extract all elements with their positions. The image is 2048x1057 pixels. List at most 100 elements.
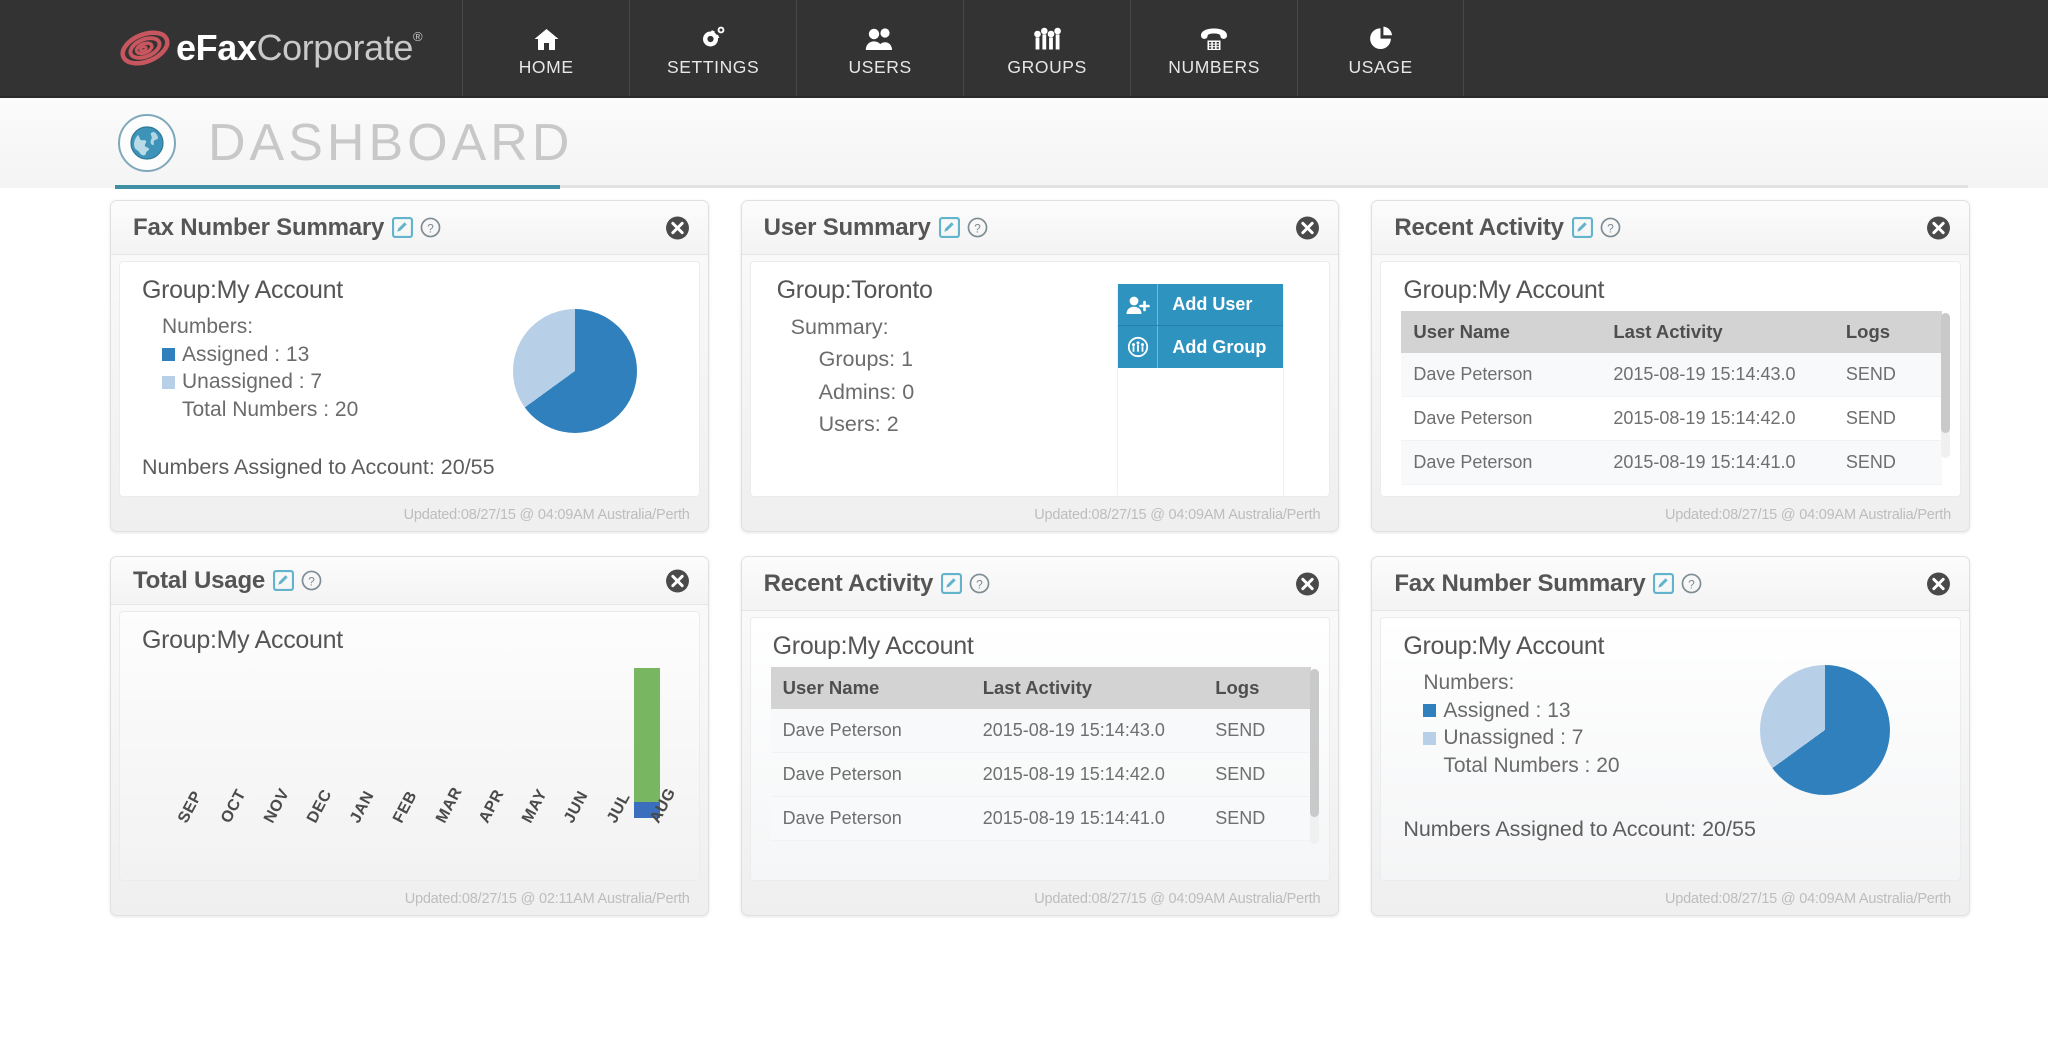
brand-trademark: ® (413, 29, 422, 44)
nav-item-settings-label: SETTINGS (667, 57, 759, 78)
table-scrollbar-thumb[interactable] (1941, 313, 1950, 433)
widget-body: Group:Toronto Summary: Groups: 1 Admins:… (750, 261, 1331, 497)
close-icon[interactable] (665, 215, 690, 240)
unassigned-swatch (162, 376, 175, 389)
close-icon[interactable] (1295, 571, 1320, 596)
edit-icon[interactable] (273, 570, 294, 591)
column-header-user-name[interactable]: User Name (771, 667, 971, 709)
table-scrollbar-thumb[interactable] (1310, 669, 1319, 817)
total-numbers-label: Total Numbers : 20 (1443, 752, 1619, 780)
total-numbers-row: Total Numbers : 20 (162, 396, 358, 424)
widget-user-summary: User Summary ? Group:Toronto Summary: Gr… (741, 200, 1340, 532)
table-row[interactable]: Dave Peterson 2015-08-19 15:14:43.0 SEND (771, 709, 1312, 753)
widget-recent-activity-1: Recent Activity ? Group:My Account User … (1371, 200, 1970, 532)
table-row[interactable]: Dave Peterson 2015-08-19 15:14:42.0 SEND (771, 753, 1312, 797)
widget-title: Recent Activity (764, 570, 934, 598)
nav-item-home[interactable]: HOME (462, 0, 629, 96)
edit-icon[interactable] (392, 217, 413, 238)
widget-fax-number-summary-2: Fax Number Summary ? Group:My Account Nu… (1371, 556, 1970, 916)
unassigned-label: Unassigned : 7 (1443, 724, 1583, 752)
help-icon[interactable]: ? (420, 217, 441, 238)
edit-icon[interactable] (1653, 573, 1674, 594)
x-label: OCT (197, 816, 240, 868)
widget-header: Fax Number Summary ? (111, 201, 708, 255)
table-scrollbar[interactable] (1310, 669, 1319, 844)
brand-logo[interactable]: eFaxCorporate® (0, 0, 462, 96)
close-icon[interactable] (665, 568, 690, 593)
nav-item-groups-label: GROUPS (1007, 57, 1086, 78)
group-label: Group:My Account (120, 262, 699, 305)
nav-item-groups[interactable]: GROUPS (963, 0, 1130, 96)
x-label: SEP (154, 816, 197, 868)
column-header-user-name[interactable]: User Name (1401, 311, 1601, 353)
edit-icon[interactable] (1572, 217, 1593, 238)
add-group-button[interactable]: Add Group (1118, 326, 1283, 368)
account-numbers-label: Numbers Assigned to Account: 20/55 (1381, 795, 1960, 842)
edit-icon[interactable] (941, 573, 962, 594)
nav-item-settings[interactable]: SETTINGS (629, 0, 796, 96)
assigned-row: Assigned : 13 (1423, 697, 1619, 725)
edit-icon[interactable] (939, 217, 960, 238)
help-icon[interactable]: ? (301, 570, 322, 591)
widget-updated-timestamp: Updated:08/27/15 @ 04:09AM Australia/Per… (1372, 889, 1969, 915)
table-row[interactable]: Dave Peterson 2015-08-19 15:14:41.0 SEND (771, 797, 1312, 841)
cell-last-activity: 2015-08-19 15:14:41.0 (1601, 441, 1833, 485)
add-user-label: Add User (1158, 294, 1252, 315)
home-icon (534, 25, 559, 51)
numbers-label: Numbers: (1423, 669, 1619, 697)
users-count-label: Users: 2 (791, 408, 933, 440)
assigned-row: Assigned : 13 (162, 341, 358, 369)
x-label: MAY (497, 816, 540, 868)
add-user-button[interactable]: Add User (1118, 284, 1283, 326)
table-row[interactable]: Dave Peterson 2015-08-19 15:14:41.0 SEND (1401, 441, 1942, 485)
numbers-label-text: Numbers: (1423, 669, 1514, 697)
nav-item-numbers[interactable]: NUMBERS (1130, 0, 1297, 96)
column-header-last-activity[interactable]: Last Activity (1601, 311, 1833, 353)
table-row[interactable]: Dave Peterson 2015-08-19 15:14:43.0 SEND (1401, 353, 1942, 397)
nav-items: HOME SETTINGS (462, 0, 1464, 96)
help-icon[interactable]: ? (967, 217, 988, 238)
widget-body: Group:My Account Numbers: Assigned : 13 … (119, 261, 700, 497)
widget-title: Fax Number Summary (1394, 570, 1645, 598)
activity-table-wrapper: User Name Last Activity Logs Dave Peters… (751, 661, 1330, 841)
nav-item-users-label: USERS (848, 57, 911, 78)
cell-user-name: Dave Peterson (1401, 441, 1601, 485)
svg-text:?: ? (308, 574, 315, 588)
table-scrollbar[interactable] (1941, 313, 1950, 458)
close-icon[interactable] (1926, 571, 1951, 596)
column-header-logs[interactable]: Logs (1203, 667, 1311, 709)
assigned-label: Assigned : 13 (1443, 697, 1570, 725)
nav-item-users[interactable]: USERS (796, 0, 963, 96)
widget-fax-number-summary-1: Fax Number Summary ? Group:My Account Nu… (110, 200, 709, 532)
widget-updated-timestamp: Updated:08/27/15 @ 04:09AM Australia/Per… (742, 889, 1339, 915)
svg-text:?: ? (976, 577, 983, 591)
help-icon[interactable]: ? (1600, 217, 1621, 238)
efax-spiral-icon (118, 28, 172, 68)
widget-title: Total Usage (133, 567, 265, 595)
close-icon[interactable] (1926, 215, 1951, 240)
nav-item-numbers-label: NUMBERS (1168, 57, 1260, 78)
column-header-last-activity[interactable]: Last Activity (971, 667, 1203, 709)
cell-last-activity: 2015-08-19 15:14:43.0 (971, 709, 1203, 753)
svg-text:?: ? (1689, 577, 1696, 591)
users-icon (865, 25, 895, 51)
nav-item-usage[interactable]: USAGE (1297, 0, 1464, 96)
help-icon[interactable]: ? (969, 573, 990, 594)
bar-aug[interactable] (634, 668, 660, 818)
column-header-logs[interactable]: Logs (1834, 311, 1942, 353)
help-icon[interactable]: ? (1681, 573, 1702, 594)
close-icon[interactable] (1295, 215, 1320, 240)
cell-user-name: Dave Peterson (771, 753, 971, 797)
table-row[interactable]: Dave Peterson 2015-08-19 15:14:42.0 SEND (1401, 397, 1942, 441)
widget-header-icons: ? (1653, 573, 1702, 594)
brand-name-light: Corporate (256, 27, 412, 68)
numbers-label: Numbers: (162, 313, 358, 341)
widget-body: Group:My Account Numbers: Assigned : 13 … (1380, 617, 1961, 881)
svg-text:?: ? (1607, 221, 1614, 235)
groups-icon (1033, 25, 1061, 51)
x-label: JUN (540, 816, 583, 868)
nav-item-usage-label: USAGE (1349, 57, 1413, 78)
nav-item-home-label: HOME (519, 57, 574, 78)
brand-name: eFaxCorporate® (176, 30, 422, 66)
cell-user-name: Dave Peterson (771, 797, 971, 841)
